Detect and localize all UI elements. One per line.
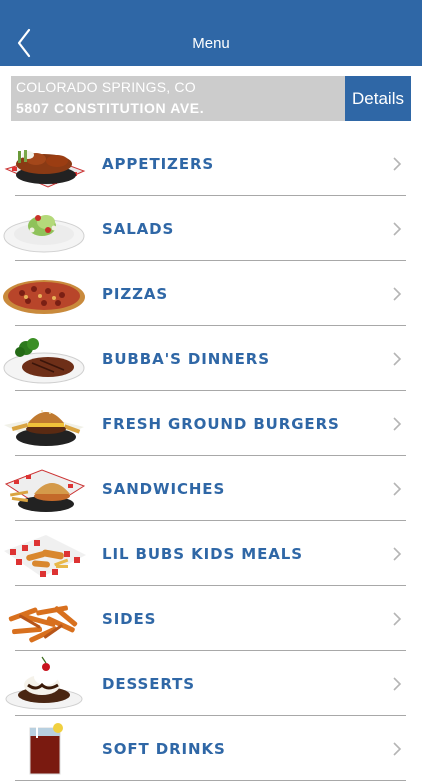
menu-item-label: FRESH GROUND BURGERS (102, 415, 340, 433)
chevron-right-icon (393, 547, 402, 561)
chevron-right-icon (393, 287, 402, 301)
fries-food-image (8, 605, 78, 643)
menu-item-soft-drinks[interactable]: SOFT DRINKS (0, 716, 422, 781)
kids-meal-food-image (4, 535, 86, 577)
salad-food-image (3, 215, 85, 253)
page-title: Menu (192, 35, 230, 52)
menu-item-label: LIL BUBS KIDS MEALS (102, 545, 303, 563)
chevron-right-icon (393, 352, 402, 366)
chevron-right-icon (393, 612, 402, 626)
menu-item-label: SALADS (102, 220, 175, 238)
menu-item-salads[interactable]: SALADS (0, 196, 422, 261)
chevron-right-icon (393, 222, 402, 236)
menu-item-pizzas[interactable]: PIZZAS (0, 261, 422, 326)
menu-item-label: BUBBA'S DINNERS (102, 350, 270, 368)
sandwich-food-image (4, 469, 86, 512)
menu-item-label: PIZZAS (102, 285, 169, 303)
menu-item-lil-bubs-kids-meals[interactable]: LIL BUBS KIDS MEALS (0, 521, 422, 586)
menu-item-desserts[interactable]: DESSERTS (0, 651, 422, 716)
menu-item-label: DESSERTS (102, 675, 195, 693)
menu-item-label: SIDES (102, 610, 157, 628)
sundae-food-image (5, 656, 83, 710)
menu-item-sandwiches[interactable]: SANDWICHES (0, 456, 422, 521)
menu-category-list: APPETIZERS SALADS PIZZAS BUBBA'S DINNERS… (0, 131, 422, 781)
soft-drink-food-image (29, 723, 63, 775)
chevron-right-icon (393, 482, 402, 496)
menu-item-sides[interactable]: SIDES (0, 586, 422, 651)
location-city: COLORADO SPRINGS, CO (16, 79, 196, 95)
menu-item-label: SOFT DRINKS (102, 740, 226, 758)
menu-item-bubbas-dinners[interactable]: BUBBA'S DINNERS (0, 326, 422, 391)
menu-item-appetizers[interactable]: APPETIZERS (0, 131, 422, 196)
details-button[interactable]: Details (345, 76, 411, 121)
burger-food-image (4, 410, 84, 446)
location-address: 5807 CONSTITUTION AVE. (16, 100, 205, 116)
chevron-right-icon (393, 742, 402, 756)
location-bar: COLORADO SPRINGS, CO 5807 CONSTITUTION A… (11, 76, 411, 121)
steak-dinner-food-image (3, 338, 85, 384)
appetizers-food-image (4, 150, 86, 188)
pizza-food-image (3, 280, 85, 314)
menu-item-label: SANDWICHES (102, 480, 226, 498)
chevron-right-icon (393, 417, 402, 431)
chevron-right-icon (393, 157, 402, 171)
top-navigation-bar: Menu (0, 0, 422, 66)
menu-item-fresh-ground-burgers[interactable]: FRESH GROUND BURGERS (0, 391, 422, 456)
menu-item-label: APPETIZERS (102, 155, 215, 173)
chevron-right-icon (393, 677, 402, 691)
